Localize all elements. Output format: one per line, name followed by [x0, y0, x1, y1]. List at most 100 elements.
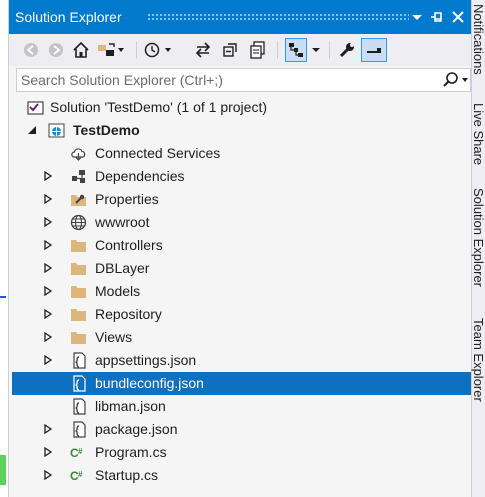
tree-item-project[interactable]: TestDemo [12, 119, 472, 142]
collapsed-arrow-icon[interactable] [43, 171, 53, 181]
forward-button[interactable] [46, 38, 66, 62]
toolbar-separator [136, 41, 137, 59]
editor-edge-marker [0, 296, 6, 298]
tree-item-appsettings[interactable]: appsettings.json [12, 349, 472, 372]
expanded-arrow-icon[interactable] [27, 125, 37, 135]
wrench-icon [339, 43, 354, 58]
pin-icon [431, 12, 442, 22]
search-options[interactable] [442, 71, 472, 89]
tree-item-bundleconfig[interactable]: bundleconfig.json [12, 372, 472, 395]
title-bar[interactable]: Solution Explorer [9, 0, 471, 34]
folder-icon [71, 263, 86, 275]
show-all-files-button[interactable] [247, 38, 269, 62]
collapsed-arrow-icon[interactable] [43, 217, 53, 227]
pin-button[interactable] [429, 9, 445, 25]
collapsed-arrow-icon[interactable] [43, 240, 53, 250]
tree-item-wwwroot[interactable]: wwwroot [12, 211, 472, 234]
tree-item-models[interactable]: Models [12, 280, 472, 303]
properties-folder-icon [71, 194, 86, 206]
preview-button[interactable] [361, 38, 387, 62]
side-tab-label: Notifications [471, 4, 485, 75]
tree-item-connected-services[interactable]: Connected Services [12, 142, 472, 165]
tree-item-label: Views [95, 329, 133, 345]
home-button[interactable] [71, 38, 91, 62]
switch-views-icon [98, 43, 124, 56]
tree-item-views[interactable]: Views [12, 326, 472, 349]
tree-item-label: DBLayer [95, 260, 150, 276]
collapse-all-icon [223, 43, 237, 57]
collapsed-arrow-icon[interactable] [43, 263, 53, 273]
collapsed-arrow-icon[interactable] [43, 355, 53, 365]
tree-item-program[interactable]: C # Program.cs [12, 441, 472, 464]
preview-dropdown[interactable] [309, 38, 323, 62]
home-icon [73, 41, 89, 58]
close-button[interactable] [450, 9, 466, 25]
collapsed-arrow-icon[interactable] [43, 424, 53, 434]
collapse-all-button[interactable] [220, 38, 242, 62]
sync-arrows-icon [195, 42, 211, 58]
solution-icon [27, 101, 44, 115]
tree-item-label: package.json [95, 421, 178, 437]
tree-item-label: Controllers [95, 237, 163, 253]
tree-item-libman[interactable]: libman.json [12, 395, 472, 418]
sync-with-active-document-button[interactable] [192, 38, 214, 62]
close-icon [452, 11, 464, 23]
tree-item-solution[interactable]: Solution 'TestDemo' (1 of 1 project) [12, 96, 472, 119]
web-project-icon [48, 123, 65, 138]
toolbar-separator [329, 41, 330, 59]
svg-text:#: # [78, 470, 83, 479]
collapsed-arrow-icon[interactable] [43, 447, 53, 457]
tree-item-label: Connected Services [95, 145, 221, 161]
csharp-file-icon: C # [70, 469, 83, 483]
folder-icon [71, 240, 86, 252]
tree-item-label: wwwroot [95, 214, 150, 230]
collapsed-arrow-icon[interactable] [43, 286, 53, 296]
globe-icon [70, 214, 87, 231]
collapsed-arrow-icon[interactable] [43, 194, 53, 204]
folder-icon [71, 309, 86, 321]
collapsed-arrow-icon[interactable] [43, 470, 53, 480]
folder-icon [71, 286, 86, 298]
collapsed-arrow-icon[interactable] [43, 309, 53, 319]
tree-item-repository[interactable]: Repository [12, 303, 472, 326]
search-input[interactable] [21, 70, 421, 90]
solution-tree: Solution 'TestDemo' (1 of 1 project) Tes… [12, 93, 472, 497]
chevron-down-icon [312, 48, 320, 52]
json-file-icon [73, 352, 86, 369]
solution-explorer-panel: Solution Explorer Search Solution Explor… [8, 0, 472, 497]
toolbar [9, 34, 471, 66]
tree-item-startup[interactable]: C # Startup.cs [12, 464, 472, 487]
editor-edge [0, 0, 8, 497]
window-menu-button[interactable] [409, 9, 425, 25]
tree-item-dependencies[interactable]: Dependencies [12, 165, 472, 188]
forward-icon [49, 43, 63, 57]
drag-grip[interactable] [147, 13, 409, 21]
collapsed-arrow-icon[interactable] [43, 332, 53, 342]
json-file-icon [73, 421, 86, 438]
tree-item-label: bundleconfig.json [95, 375, 204, 391]
side-tab-strip: Notifications Live Share Solution Explor… [471, 0, 485, 497]
tree-item-package[interactable]: package.json [12, 418, 472, 441]
panel-title: Solution Explorer [15, 9, 122, 25]
properties-button[interactable] [336, 38, 358, 62]
dropdown-icon [412, 15, 422, 20]
solution-label: Solution 'TestDemo' (1 of 1 project) [50, 99, 267, 115]
tree-item-controllers[interactable]: Controllers [12, 234, 472, 257]
preview-selected-items-button[interactable] [285, 38, 307, 62]
hierarchy-icon [289, 43, 303, 57]
csharp-file-icon: C # [70, 446, 83, 460]
tree-item-label: appsettings.json [95, 352, 197, 368]
editor-edge-indicator [0, 455, 6, 485]
pending-changes-filter-button[interactable] [142, 38, 176, 62]
tree-item-label: Program.cs [95, 444, 167, 460]
tree-item-label: libman.json [95, 398, 166, 414]
back-icon [24, 43, 38, 57]
back-button[interactable] [21, 38, 41, 62]
tree-item-dblayer[interactable]: DBLayer [12, 257, 472, 280]
search-box[interactable] [16, 68, 471, 92]
side-tab-label: Live Share [471, 103, 485, 166]
svg-text:#: # [78, 447, 83, 456]
tree-item-properties[interactable]: Properties [12, 188, 472, 211]
switch-views-button[interactable] [96, 38, 128, 62]
tree-item-label: Repository [95, 306, 162, 322]
